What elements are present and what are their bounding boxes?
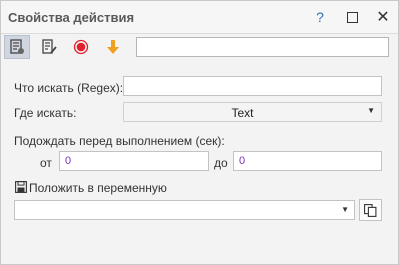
variable-combobox[interactable]: ▼ [14, 200, 355, 220]
action-properties-window: Свойства действия ? ✕ Что искать (Regex)… [0, 0, 399, 265]
edit-icon [42, 39, 57, 54]
window-title: Свойства действия [8, 10, 135, 25]
regex-label: Что искать (Regex): [14, 81, 124, 95]
move-down-button[interactable] [100, 35, 126, 59]
to-label: до [214, 156, 228, 170]
record-icon [73, 39, 89, 55]
help-button[interactable]: ? [309, 6, 331, 28]
maximize-button[interactable] [341, 6, 363, 28]
regex-input[interactable] [123, 76, 382, 96]
copy-icon [364, 203, 377, 217]
close-icon: ✕ [376, 9, 390, 26]
from-label: от [40, 156, 52, 170]
properties-icon [10, 39, 24, 54]
chevron-down-icon[interactable]: ▼ [341, 205, 349, 214]
title-bar: Свойства действия ? ✕ [1, 1, 398, 34]
save-to-variable-label: Положить в переменную [29, 181, 167, 195]
arrow-down-icon [107, 40, 119, 54]
where-select[interactable]: Text ▼ [123, 102, 382, 122]
to-input[interactable]: 0 [233, 151, 382, 171]
edit-button[interactable] [36, 35, 62, 59]
toolbar [1, 34, 398, 62]
maximize-icon [346, 11, 358, 23]
properties-tab-button[interactable] [4, 35, 30, 59]
copy-button[interactable] [359, 199, 382, 221]
record-button[interactable] [68, 35, 94, 59]
wait-label: Подождать перед выполнением (сек): [14, 134, 225, 148]
close-button[interactable]: ✕ [372, 6, 394, 28]
where-label: Где искать: [14, 106, 77, 120]
chevron-down-icon: ▼ [367, 106, 375, 115]
from-input[interactable]: 0 [59, 151, 209, 171]
where-select-value: Text [231, 106, 254, 120]
help-icon: ? [316, 9, 324, 25]
toolbar-search-input[interactable] [136, 37, 389, 57]
save-icon [15, 181, 27, 193]
